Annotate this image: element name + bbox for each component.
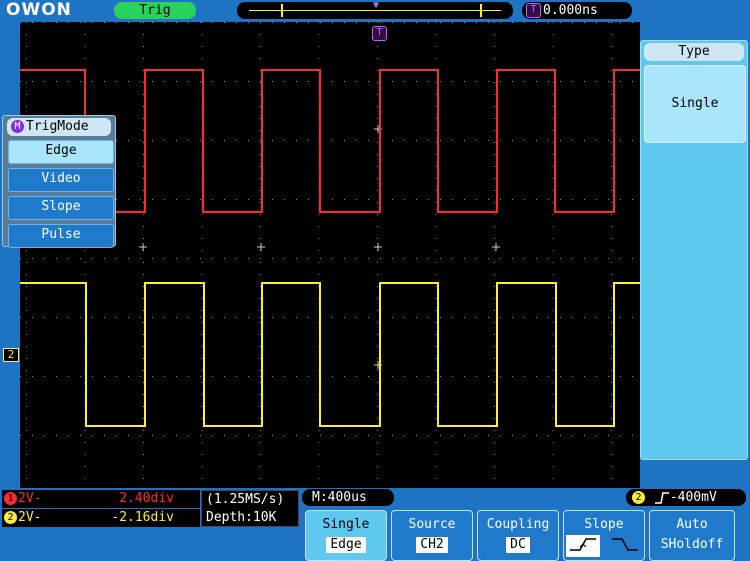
trigger-source-badge: 2 [632, 491, 645, 504]
ch1-status[interactable]: 1 2V- 2.40div [2, 490, 200, 508]
rising-edge-icon [654, 491, 669, 504]
waveform-position-bar: ▼ [237, 0, 513, 19]
ch2-status[interactable]: 2 2V- -2.16div [2, 509, 200, 527]
trigger-time-value: 0.000ns [543, 3, 598, 18]
trigmode-menu: M TrigMode Edge Video Slope Pulse [2, 115, 116, 248]
ch2-badge: 2 [4, 511, 17, 524]
trigger-position-icon: ▼ [373, 0, 380, 11]
ch2-offset: -2.16div [111, 510, 174, 525]
trigger-t-icon: T [526, 3, 541, 18]
type-panel: Type Single [640, 40, 748, 460]
acquisition-info: (1.25MS/s) Depth:10K [201, 490, 299, 527]
trigmode-item-edge[interactable]: Edge [8, 140, 114, 164]
ch1-badge: 1 [4, 492, 17, 505]
trigger-level-readout: 2 -400mV [626, 489, 746, 506]
owon-logo: OWON [6, 0, 72, 20]
sample-rate: (1.25MS/s) [206, 492, 285, 507]
ch2-waveform [20, 282, 640, 427]
record-depth: Depth:10K [206, 510, 277, 525]
trigmode-item-video[interactable]: Video [8, 168, 114, 192]
falling-slope-icon [608, 535, 642, 557]
waveform-screen[interactable] [20, 22, 640, 488]
trigger-level-value: -400mV [669, 490, 717, 505]
trigger-position-marker: T [372, 23, 389, 42]
softkey-single[interactable]: Single Edge [305, 510, 387, 561]
trigger-status-badge: Trig [114, 2, 196, 19]
softkey-source[interactable]: Source CH2 [391, 510, 473, 561]
trigmode-menu-title: M TrigMode [7, 118, 111, 136]
softkey-coupling[interactable]: Coupling DC [477, 510, 559, 561]
waveform-plot [20, 22, 640, 479]
menu-m-icon: M [11, 120, 24, 133]
softkey-auto-holdoff[interactable]: Auto SHoldoff [649, 510, 735, 561]
graticule-grid [20, 22, 633, 479]
ch1-offset: 2.40div [119, 491, 174, 506]
rising-slope-icon [566, 535, 601, 557]
type-single-option[interactable]: Single [644, 65, 746, 143]
trigger-time-readout: T 0.000ns [522, 2, 632, 19]
trigmode-item-slope[interactable]: Slope [8, 196, 114, 220]
type-panel-title: Type [644, 43, 744, 61]
timebase-readout[interactable]: M:400us [302, 489, 394, 506]
ch2-level-marker[interactable]: 2 [3, 348, 19, 362]
softkey-slope[interactable]: Slope [563, 510, 645, 561]
trigmode-item-pulse[interactable]: Pulse [8, 224, 114, 248]
